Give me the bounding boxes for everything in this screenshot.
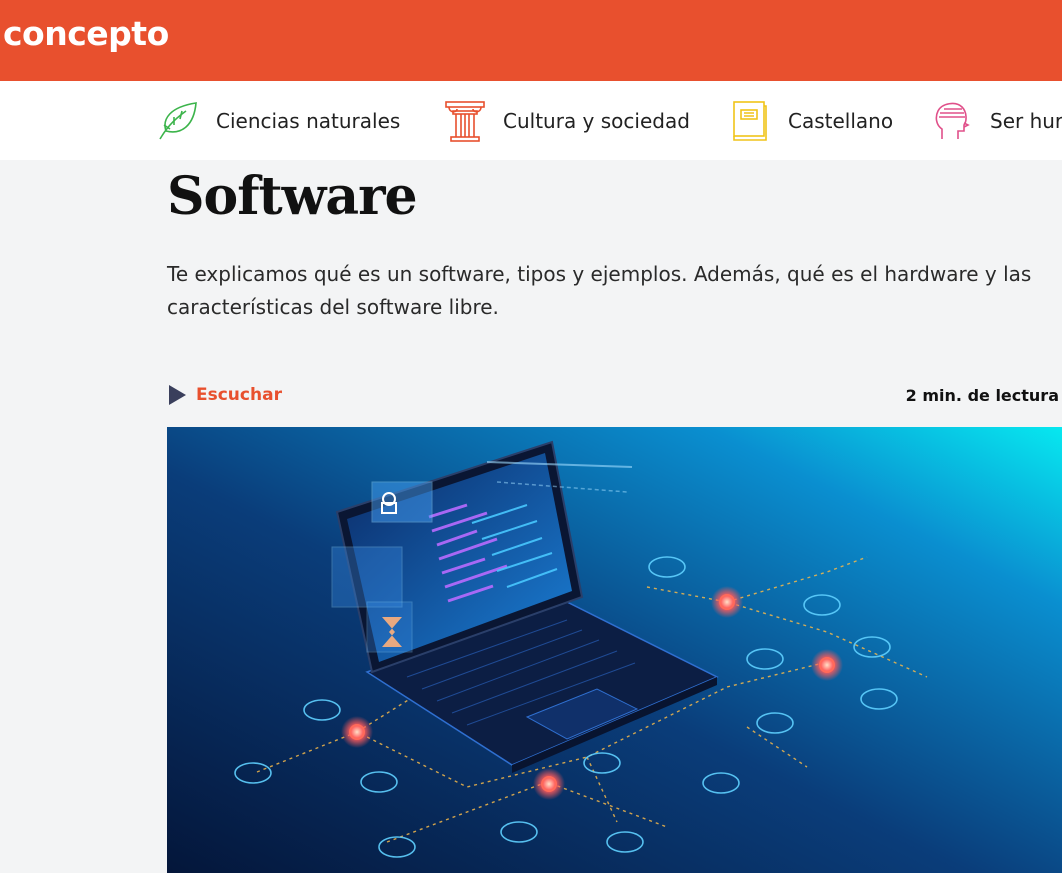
category-cultura-y-sociedad[interactable]: Cultura y sociedad (443, 81, 690, 160)
category-castellano[interactable]: Castellano (728, 81, 893, 160)
category-ser-humano[interactable]: Ser hur (930, 81, 1062, 160)
column-icon (443, 99, 487, 143)
category-label: Ser hur (990, 108, 1062, 133)
article-subtitle: Te explicamos qué es un software, tipos … (167, 262, 1032, 319)
reading-time: 2 min. de lectura (905, 386, 1059, 405)
listen-button[interactable]: Escuchar (167, 381, 282, 409)
article-title: Software (167, 166, 418, 227)
category-label: Castellano (788, 108, 894, 133)
leaf-icon (156, 99, 200, 143)
site-header: concepto (0, 0, 1062, 81)
site-logo[interactable]: concepto (3, 14, 169, 53)
human-head-icon (930, 99, 974, 143)
category-label: Ciencias naturales (216, 108, 401, 133)
category-label: Cultura y sociedad (503, 108, 690, 133)
category-nav: Ciencias naturales Cultura y sociedad Ca… (0, 81, 1062, 160)
listen-label: Escuchar (196, 385, 282, 405)
hero-image (167, 427, 1062, 873)
play-icon (167, 384, 187, 406)
book-icon (728, 99, 772, 143)
category-ciencias-naturales[interactable]: Ciencias naturales (156, 81, 400, 160)
